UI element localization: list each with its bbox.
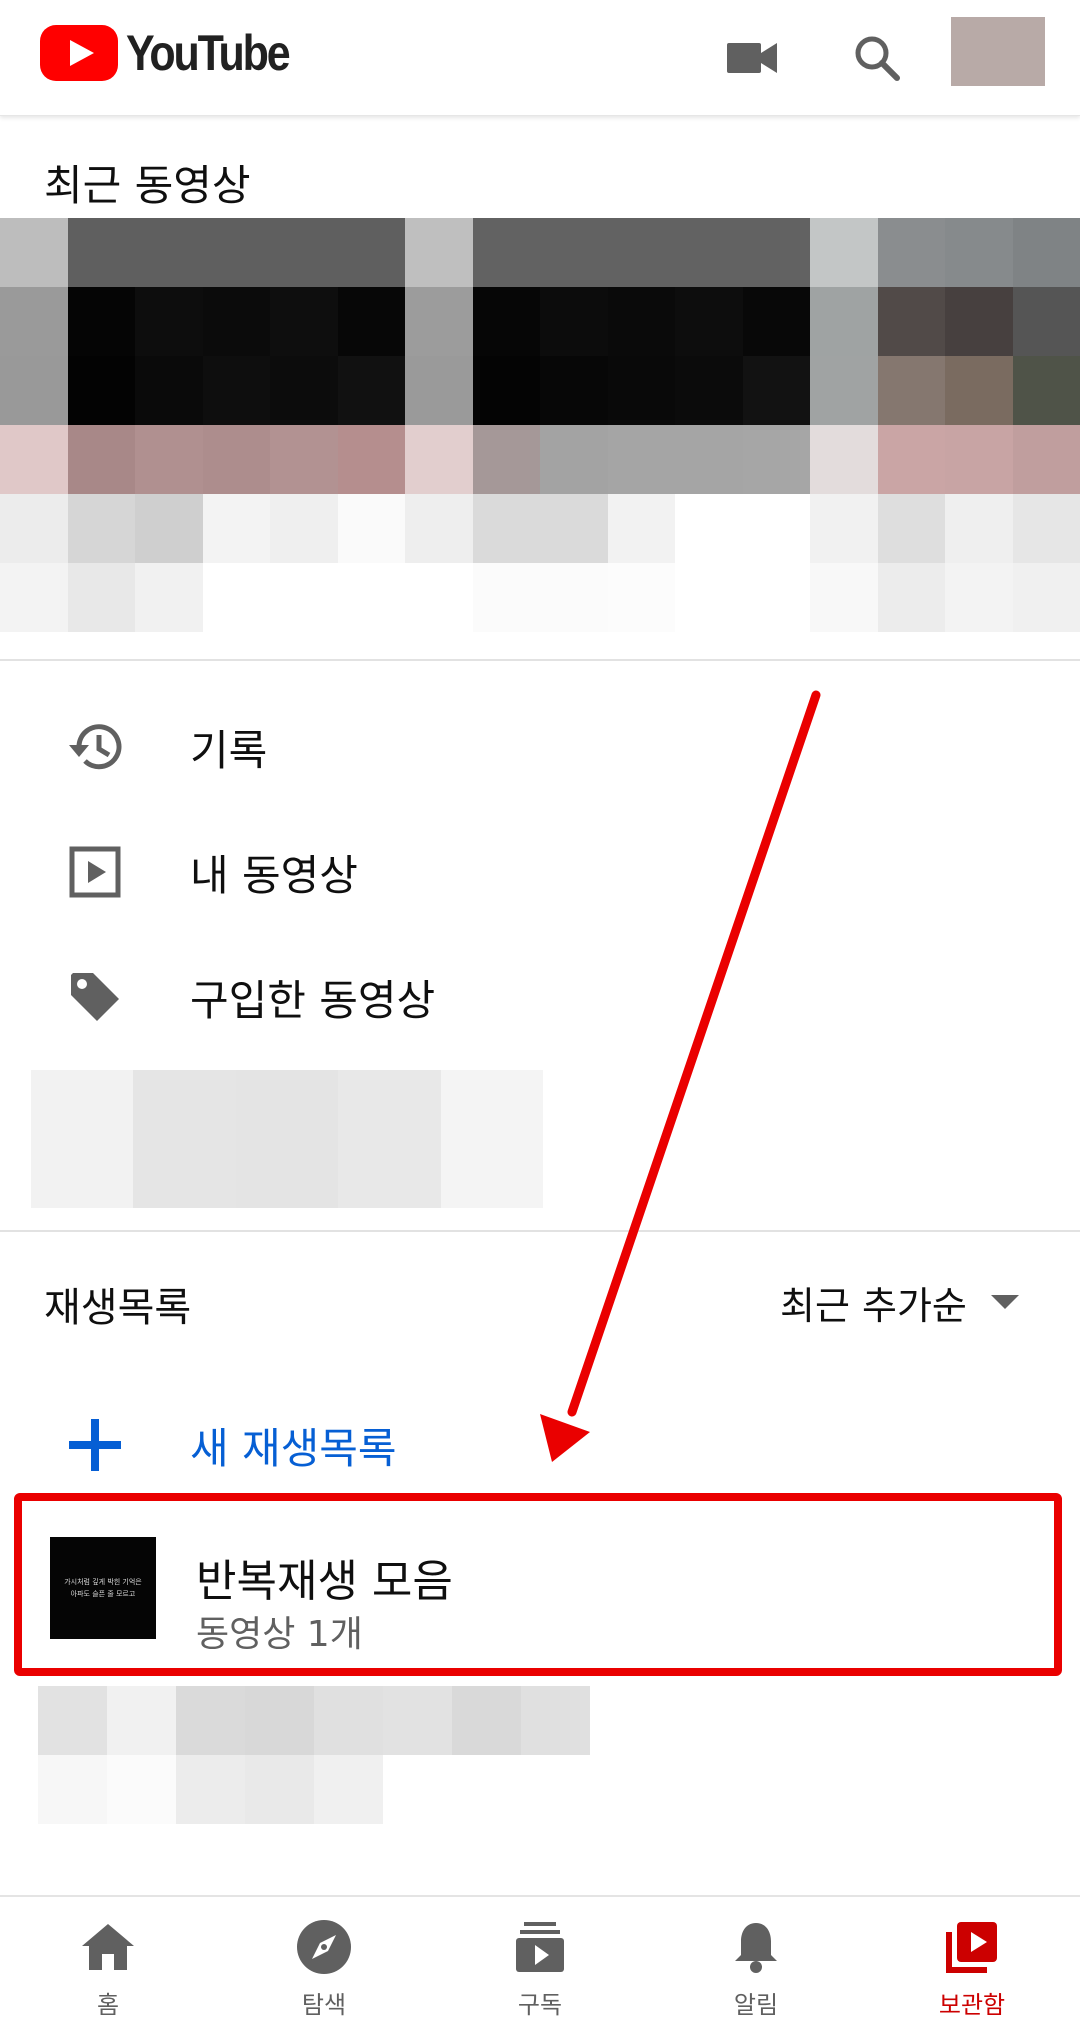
blurred-playlist-item xyxy=(38,1686,590,1824)
library-item-label: 기록 xyxy=(190,725,268,775)
explore-compass-icon xyxy=(297,1919,351,1975)
bottom-navigation: 홈 탐색 구독 알림 보관함 xyxy=(0,1895,1080,2027)
new-playlist-label: 새 재생목록 xyxy=(190,1423,397,1473)
bell-icon xyxy=(733,1919,779,1975)
recent-videos-carousel[interactable] xyxy=(0,218,1080,632)
plus-icon xyxy=(0,1417,190,1473)
nav-item-notifications[interactable]: 알림 xyxy=(648,1897,864,2027)
nav-item-explore[interactable]: 탐색 xyxy=(216,1897,432,2027)
video-camera-icon[interactable] xyxy=(720,26,784,90)
youtube-logo[interactable]: YouTube xyxy=(40,24,315,82)
library-item-purchases[interactable]: 구입한 동영상 xyxy=(0,942,1080,1052)
library-item-my-videos[interactable]: 내 동영상 xyxy=(0,817,1080,927)
nav-label: 탐색 xyxy=(301,1991,347,2019)
thumbnail-text: 아파도 슬픈 줄 모르고 xyxy=(70,1590,136,1598)
history-icon xyxy=(0,719,190,775)
library-icon xyxy=(945,1919,999,1975)
youtube-play-logo-icon xyxy=(40,25,118,81)
sort-label: 최근 추가순 xyxy=(780,1283,967,1328)
search-icon[interactable] xyxy=(845,26,909,90)
nav-label: 홈 xyxy=(96,1991,120,2019)
avatar[interactable] xyxy=(951,17,1045,86)
playlist-video-count: 동영상 1개 xyxy=(196,1614,363,1655)
section-divider xyxy=(0,659,1080,661)
nav-label: 보관함 xyxy=(938,1991,1006,2019)
library-item-label: 내 동영상 xyxy=(190,850,358,900)
tag-icon xyxy=(0,969,190,1025)
recent-videos-title: 최근 동영상 xyxy=(44,161,251,210)
blurred-library-item xyxy=(31,1070,543,1208)
nav-item-home[interactable]: 홈 xyxy=(0,1897,216,2027)
subscriptions-icon xyxy=(516,1919,564,1975)
sort-dropdown[interactable]: 최근 추가순 xyxy=(780,1270,1019,1334)
new-playlist-button[interactable]: 새 재생목록 xyxy=(0,1390,1080,1500)
home-icon xyxy=(82,1919,134,1975)
thumbnail-text: 가시처럼 깊게 박힌 기억은 xyxy=(64,1578,142,1586)
nav-item-subscriptions[interactable]: 구독 xyxy=(432,1897,648,2027)
dropdown-arrow-icon xyxy=(990,1295,1019,1309)
library-item-label: 구입한 동영상 xyxy=(190,975,436,1025)
playlist-title: 반복재생 모음 xyxy=(196,1556,453,1607)
play-box-icon xyxy=(0,846,190,898)
top-app-bar: YouTube xyxy=(0,0,1080,116)
playlist-thumbnail: 가시처럼 깊게 박힌 기억은 아파도 슬픈 줄 모르고 xyxy=(50,1537,156,1639)
nav-label: 알림 xyxy=(733,1991,779,2019)
playlists-title: 재생목록 xyxy=(44,1285,192,1331)
section-divider xyxy=(0,1230,1080,1232)
playlist-item[interactable]: 가시처럼 깊게 박힌 기억은 아파도 슬픈 줄 모르고 반복재생 모음 동영상 … xyxy=(14,1493,1062,1676)
library-item-history[interactable]: 기록 xyxy=(0,692,1080,802)
logo-text: YouTube xyxy=(126,25,291,81)
nav-item-library[interactable]: 보관함 xyxy=(864,1897,1080,2027)
nav-label: 구독 xyxy=(517,1991,563,2019)
